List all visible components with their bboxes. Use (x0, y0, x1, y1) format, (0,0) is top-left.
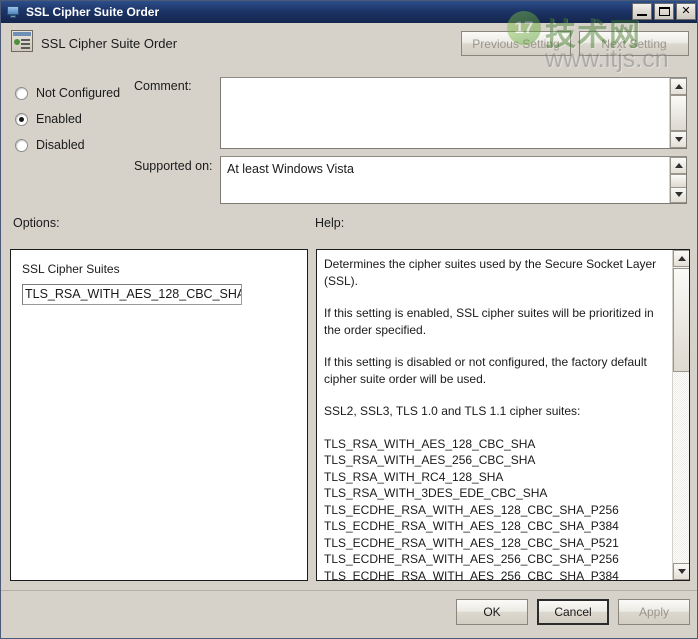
cipher-suite-item: TLS_ECDHE_RSA_WITH_AES_128_CBC_SHA_P521 (324, 535, 664, 552)
page-title: SSL Cipher Suite Order (41, 36, 177, 51)
close-button[interactable]: ✕ (676, 3, 696, 20)
apply-button[interactable]: Apply (618, 599, 690, 625)
cipher-suite-item: TLS_ECDHE_RSA_WITH_AES_256_CBC_SHA_P256 (324, 551, 664, 568)
help-scrollbar[interactable] (672, 250, 689, 580)
cipher-suite-item: TLS_RSA_WITH_RC4_128_SHA (324, 469, 664, 486)
help-label: Help: (315, 216, 344, 230)
supported-on-scroll-down-icon[interactable] (670, 186, 687, 203)
supported-on-scrollbar[interactable] (669, 157, 686, 203)
radio-not-configured[interactable]: Not Configured (15, 81, 120, 105)
ok-button[interactable]: OK (456, 599, 528, 625)
ssl-cipher-suites-group-label: SSL Cipher Suites (22, 262, 120, 276)
radio-enabled-indicator (15, 113, 28, 126)
minimize-icon (637, 14, 647, 16)
policy-setting-icon (11, 30, 33, 52)
supported-on-scroll-up-icon[interactable] (670, 157, 687, 174)
comment-scrollbar[interactable] (669, 78, 686, 148)
dialog-footer: OK Cancel Apply (1, 591, 698, 639)
comment-textarea[interactable] (220, 77, 687, 149)
radio-enabled[interactable]: Enabled (15, 107, 120, 131)
cancel-button[interactable]: Cancel (537, 599, 609, 625)
radio-enabled-label: Enabled (36, 112, 82, 126)
ssl-cipher-suites-input[interactable]: TLS_RSA_WITH_AES_128_CBC_SHA256,Tl (22, 284, 242, 305)
comment-label: Comment: (134, 79, 192, 93)
help-paragraph: If this setting is enabled, SSL cipher s… (324, 305, 664, 338)
window-controls: ✕ (632, 3, 696, 20)
options-pane: SSL Cipher Suites TLS_RSA_WITH_AES_128_C… (10, 249, 308, 581)
minimize-button[interactable] (632, 3, 652, 20)
next-setting-button[interactable]: Next Setting (579, 31, 689, 56)
setting-navigation: Previous Setting Next Setting (461, 31, 689, 56)
ssl-cipher-suite-order-dialog: SSL Cipher Suite Order ✕ SSL Cipher Suit… (0, 0, 698, 639)
help-paragraph: SSL2, SSL3, TLS 1.0 and TLS 1.1 cipher s… (324, 403, 664, 420)
policy-state-radio-group: Not Configured Enabled Disabled (15, 81, 120, 159)
supported-on-textarea[interactable]: At least Windows Vista (220, 156, 687, 204)
cipher-suite-item: TLS_RSA_WITH_AES_128_CBC_SHA (324, 436, 664, 453)
comment-scroll-up-icon[interactable] (670, 78, 687, 95)
cipher-suite-item: TLS_ECDHE_RSA_WITH_AES_256_CBC_SHA_P384 (324, 568, 664, 582)
radio-disabled-indicator (15, 139, 28, 152)
cipher-suite-item: TLS_ECDHE_RSA_WITH_AES_128_CBC_SHA_P384 (324, 518, 664, 535)
computer-monitor-icon (5, 4, 21, 20)
maximize-button[interactable] (654, 3, 674, 20)
radio-disabled-label: Disabled (36, 138, 85, 152)
radio-not-configured-indicator (15, 87, 28, 100)
cipher-suite-item: TLS_ECDHE_RSA_WITH_AES_128_CBC_SHA_P256 (324, 502, 664, 519)
help-scroll-down-icon[interactable] (673, 563, 690, 580)
help-text: Determines the cipher suites used by the… (324, 256, 664, 581)
radio-disabled[interactable]: Disabled (15, 133, 120, 157)
previous-setting-button[interactable]: Previous Setting (461, 31, 571, 56)
help-paragraph: If this setting is disabled or not confi… (324, 354, 664, 387)
help-scroll-up-icon[interactable] (673, 250, 690, 267)
options-label: Options: (13, 216, 60, 230)
supported-on-label: Supported on: (134, 159, 213, 173)
dialog-header: SSL Cipher Suite Order Previous Setting … (1, 23, 698, 65)
title-bar: SSL Cipher Suite Order ✕ (1, 1, 698, 23)
footer-button-group: OK Cancel Apply (456, 599, 690, 625)
comment-scroll-thumb[interactable] (670, 95, 687, 131)
cipher-suite-item: TLS_RSA_WITH_AES_256_CBC_SHA (324, 452, 664, 469)
supported-on-scroll-thumb[interactable] (670, 174, 687, 188)
cipher-suite-item: TLS_RSA_WITH_3DES_EDE_CBC_SHA (324, 485, 664, 502)
window-title: SSL Cipher Suite Order (26, 5, 159, 19)
radio-not-configured-label: Not Configured (36, 86, 120, 100)
close-icon: ✕ (677, 4, 695, 19)
help-pane: Determines the cipher suites used by the… (316, 249, 690, 581)
help-scroll-thumb[interactable] (673, 268, 690, 372)
supported-on-value: At least Windows Vista (227, 162, 354, 176)
comment-scroll-down-icon[interactable] (670, 131, 687, 148)
help-paragraph: Determines the cipher suites used by the… (324, 256, 664, 289)
maximize-icon (659, 7, 670, 16)
cipher-suite-list: TLS_RSA_WITH_AES_128_CBC_SHA TLS_RSA_WIT… (324, 436, 664, 582)
